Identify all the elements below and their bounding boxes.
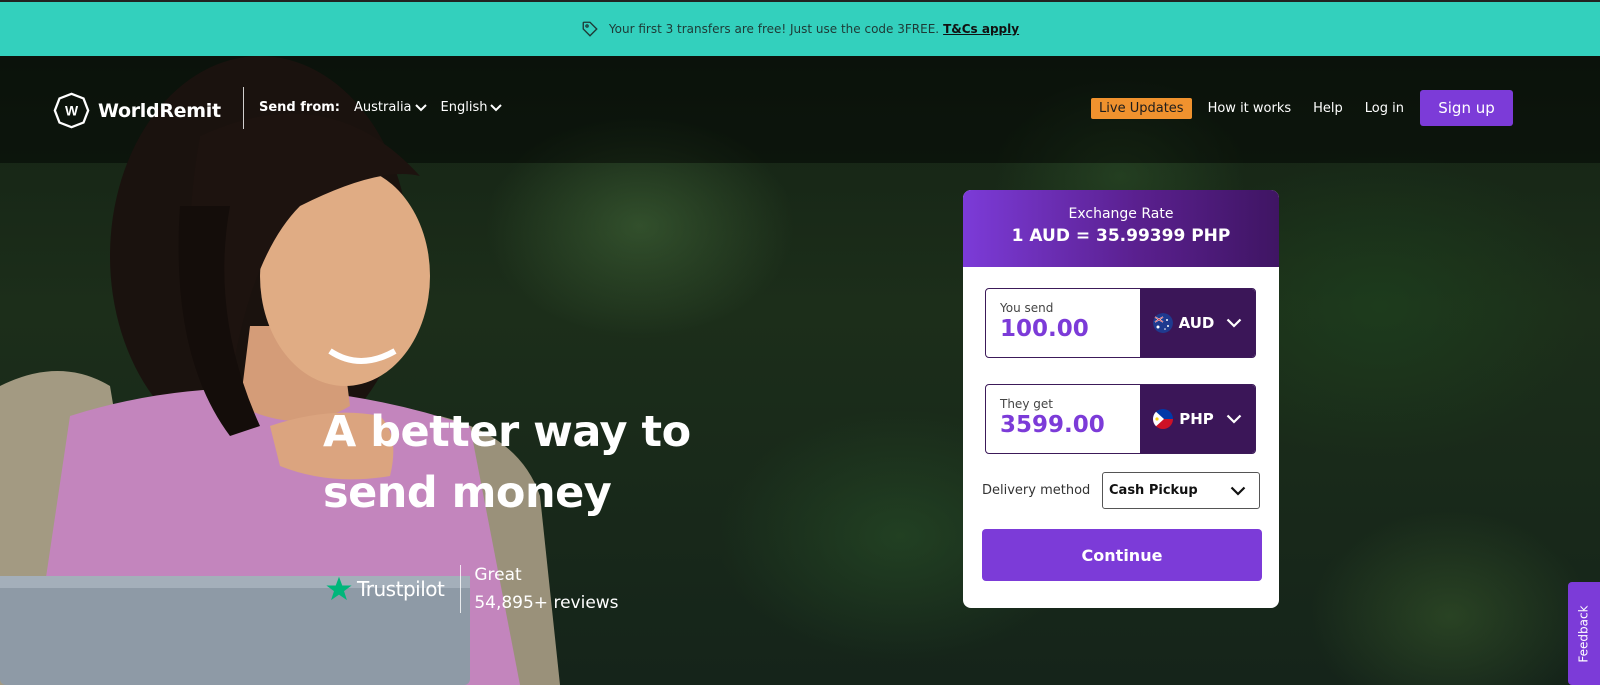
exchange-rate-label: Exchange Rate [1068, 206, 1174, 222]
chevron-down-icon [414, 103, 427, 111]
trustpilot-star-icon [326, 576, 352, 601]
how-it-works-link[interactable]: How it works [1208, 101, 1292, 116]
exchange-rate-header: Exchange Rate 1 AUD = 35.99399 PHP [963, 190, 1279, 267]
delivery-method-row: Delivery method Cash Pickup [982, 472, 1262, 509]
nav-links: Live Updates How it works Help Log in Si… [1091, 90, 1513, 126]
delivery-method-select[interactable]: Cash Pickup [1102, 472, 1260, 509]
chevron-down-icon [1230, 486, 1246, 496]
send-amount-field[interactable]: You send 100.00 [986, 289, 1140, 357]
language-dropdown[interactable]: English [441, 100, 503, 115]
receive-label: They get [1000, 397, 1053, 411]
send-label: You send [1000, 301, 1054, 315]
top-nav: W WorldRemit Send from: Australia Englis… [0, 56, 1600, 163]
worldremit-logo-icon: W [53, 92, 90, 129]
feedback-label: Feedback [1577, 604, 1591, 663]
svg-text:W: W [65, 103, 79, 119]
help-link[interactable]: Help [1313, 101, 1343, 116]
trustpilot-name: Trustpilot [357, 577, 445, 601]
exchange-rate-value: 1 AUD = 35.99399 PHP [1011, 226, 1231, 246]
live-updates-badge[interactable]: Live Updates [1091, 97, 1192, 119]
promo-text: Your first 3 transfers are free! Just us… [608, 22, 940, 36]
signup-button[interactable]: Sign up [1420, 90, 1513, 126]
receive-amount-box: They get 3599.00 PHP [985, 384, 1256, 454]
login-link[interactable]: Log in [1365, 101, 1404, 116]
terms-link[interactable]: T&Cs apply [943, 22, 1019, 36]
trustpilot-divider [460, 565, 462, 613]
send-from-selector: Send from: Australia English [259, 100, 516, 115]
review-count: 54,895+ reviews [474, 593, 619, 613]
promo-banner: Your first 3 transfers are free! Just us… [0, 0, 1600, 56]
language-value: English [440, 100, 488, 115]
philippines-flag-icon [1153, 409, 1174, 429]
continue-button[interactable]: Continue [982, 529, 1262, 581]
australia-flag-icon [1152, 313, 1173, 333]
send-currency-dropdown[interactable]: AUD [1140, 289, 1255, 357]
receive-currency-code: PHP [1179, 410, 1214, 428]
country-value: Australia [354, 100, 412, 115]
chevron-down-icon [490, 103, 503, 111]
nav-divider [243, 87, 244, 129]
transfer-calculator: Exchange Rate 1 AUD = 35.99399 PHP You s… [963, 190, 1279, 608]
send-from-label: Send from: [259, 100, 341, 115]
send-amount-input[interactable]: 100.00 [1000, 316, 1140, 342]
trustpilot-widget[interactable]: Trustpilot Great 54,895+ reviews [325, 561, 619, 617]
chevron-down-icon [1226, 414, 1242, 424]
delivery-method-value: Cash Pickup [1109, 483, 1198, 498]
country-dropdown[interactable]: Australia [354, 100, 427, 115]
trustpilot-rating: Great 54,895+ reviews [474, 561, 618, 617]
receive-amount-input[interactable]: 3599.00 [1000, 412, 1140, 438]
receive-currency-dropdown[interactable]: PHP [1140, 385, 1255, 453]
rating-text: Great [474, 565, 522, 585]
receive-amount-field[interactable]: They get 3599.00 [986, 385, 1140, 453]
feedback-tab[interactable]: Feedback [1568, 582, 1600, 685]
hero-headline: A better way to send money [323, 407, 691, 518]
brand-name: WorldRemit [98, 99, 221, 122]
logo[interactable]: W WorldRemit [53, 92, 221, 129]
send-currency-code: AUD [1178, 314, 1215, 332]
chevron-down-icon [1227, 318, 1242, 328]
tag-icon [582, 21, 598, 37]
delivery-method-label: Delivery method [982, 483, 1091, 498]
send-amount-box: You send 100.00 AUD [985, 288, 1256, 358]
